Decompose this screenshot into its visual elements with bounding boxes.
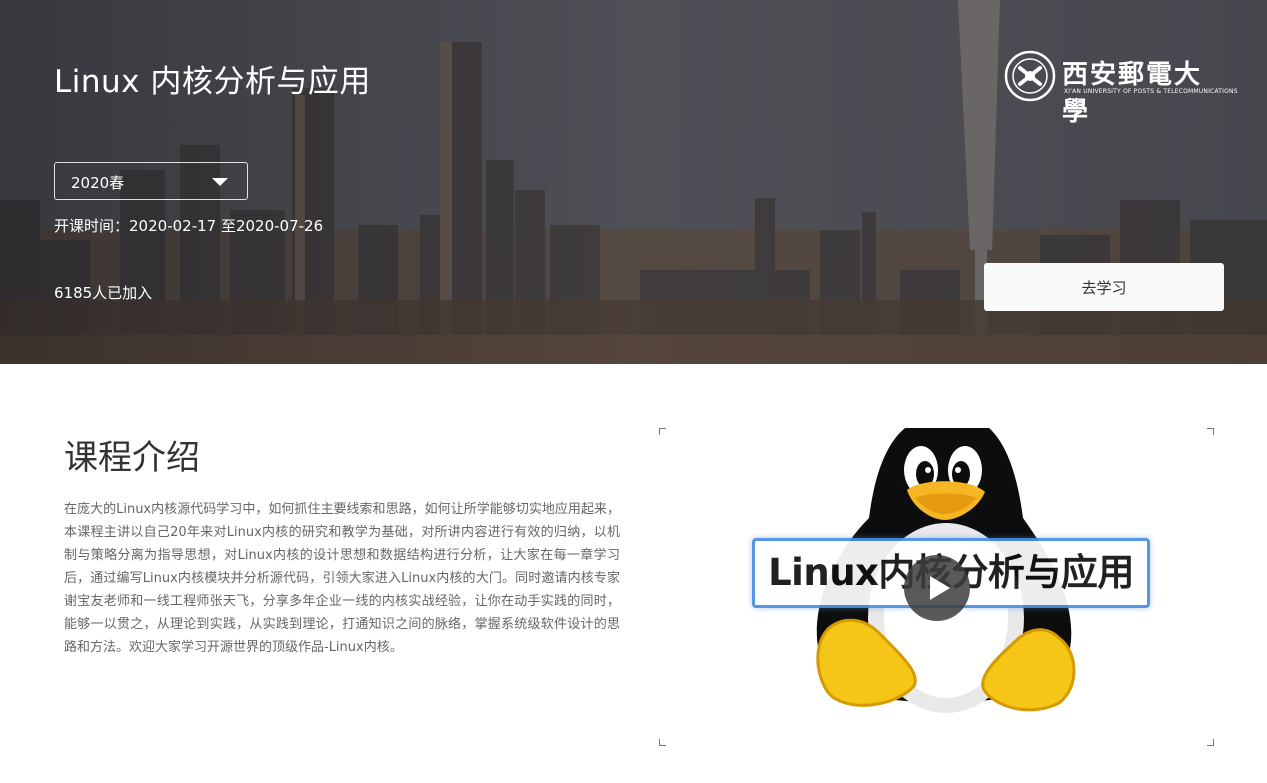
course-period-label: 开课时间： <box>54 217 130 235</box>
term-select-value: 2020春 <box>71 174 125 192</box>
enrolled-count: 6185人已加入 <box>54 284 153 302</box>
caret-down-icon <box>212 178 228 186</box>
course-title: Linux 内核分析与应用 <box>54 64 371 100</box>
university-logo: 西安郵電大學 XI'AN UNIVERSITY OF POSTS & TELEC… <box>1004 50 1238 127</box>
term-select[interactable]: 2020春 <box>54 162 248 200</box>
play-icon <box>930 576 950 600</box>
university-seal-icon <box>1004 50 1056 102</box>
university-name-en: XI'AN UNIVERSITY OF POSTS & TELECOMMUNIC… <box>1064 88 1238 95</box>
course-period: 开课时间：2020-02-17 至2020-07-26 <box>54 215 323 236</box>
course-period-value: 2020-02-17 至2020-07-26 <box>129 217 324 235</box>
intro-body: 在庞大的Linux内核源代码学习中，如何抓住主要线索和思路，如何让所学能够切实地… <box>64 502 620 655</box>
go-study-button[interactable]: 去学习 <box>984 263 1224 311</box>
intro-heading: 课程介绍 <box>64 438 200 478</box>
intro-video[interactable]: Linux内核分析与应用 <box>659 428 1214 746</box>
play-button[interactable] <box>904 555 970 621</box>
hero-banner: Linux 内核分析与应用 西安郵電大學 XI'AN UNIVERSITY OF… <box>0 0 1267 364</box>
